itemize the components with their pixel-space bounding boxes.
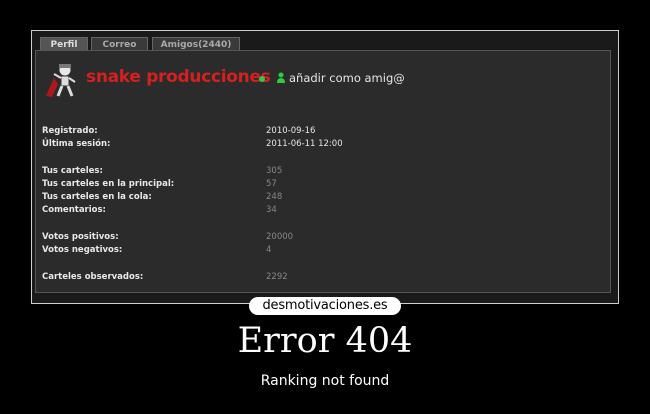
votos-negativos-value: 4 [266,245,272,255]
ultima-sesion-value: 2011-06-11 12:00 [266,139,343,149]
carteles-cola-label: Tus carteles en la cola: [42,192,152,202]
avatar [46,63,76,97]
poster-subtitle: Ranking not found [260,373,390,389]
registrado-value: 2010-09-16 [266,126,316,136]
poster-title: Error 404 [237,321,413,361]
username[interactable]: snake producciones [86,67,271,87]
votos-positivos-value: 20000 [266,232,294,242]
online-status-icon [259,76,265,82]
carteles-observados-value: 2292 [266,272,288,282]
ultima-sesion-label: Última sesión: [42,139,111,149]
carteles-cola-value: 248 [266,192,283,202]
add-user-icon [277,72,285,83]
add-friend-link[interactable]: añadir como amig@ [276,71,405,85]
registrado-label: Registrado: [42,126,98,136]
votos-negativos-label: Votos negativos: [42,245,123,255]
carteles-principal-label: Tus carteles en la principal: [42,179,175,189]
votos-positivos-label: Votos positivos: [42,232,119,242]
carteles-principal-value: 57 [266,179,277,189]
tus-carteles-label: Tus carteles: [42,166,103,176]
add-friend-label: añadir como amig@ [289,71,405,85]
tus-carteles-value: 305 [266,166,283,176]
comentarios-value: 34 [266,205,277,215]
comentarios-label: Comentarios: [42,205,106,215]
site-badge[interactable]: desmotivaciones.es [249,297,401,315]
carteles-observados-label: Carteles observados: [42,272,144,282]
